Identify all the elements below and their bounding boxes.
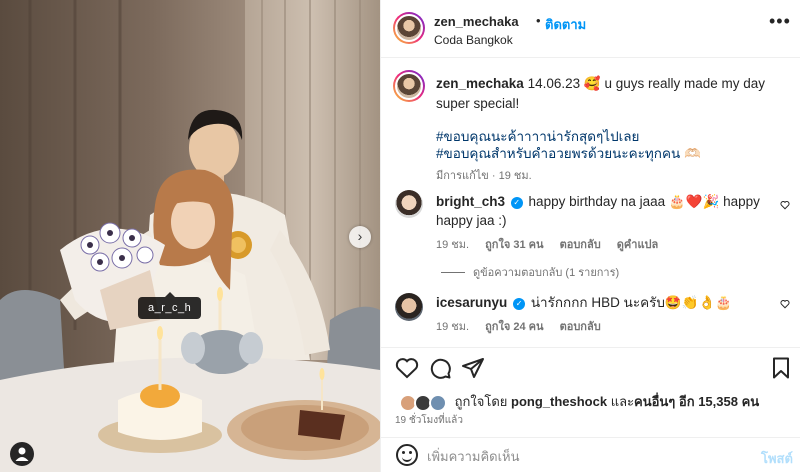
action-bar: ถูกใจโดย pong_theshock และคนอื่นๆ อีก 15… (381, 347, 800, 437)
photo-illustration (0, 0, 380, 472)
user-tag-icon[interactable] (10, 442, 34, 466)
heart-icon[interactable] (780, 299, 790, 309)
commenter-avatar[interactable] (395, 293, 423, 321)
view-replies-button[interactable]: ดูข้อความตอบกลับ (1 รายการ) (441, 263, 619, 281)
comment-time[interactable]: 19 ชม. (436, 239, 469, 251)
avatar[interactable] (393, 12, 425, 44)
comment-likes[interactable]: ถูกใจ 24 คน (485, 321, 543, 333)
post-comment-button[interactable]: โพสต์ (761, 448, 793, 469)
verified-icon: ✓ (513, 298, 526, 310)
view-replies-label: ดูข้อความตอบกลับ (1 รายการ) (473, 267, 620, 279)
caption: zen_mechaka 14.06.23 🥰 u guys really mad… (436, 74, 781, 186)
comment-text: น่ารักกกก HBD นะครับ🤩👏👌🎂 (530, 295, 733, 310)
header-username[interactable]: zen_mechaka (434, 14, 519, 29)
like-heart-icon[interactable] (395, 356, 419, 380)
likes-middle: และ (610, 394, 635, 409)
likes-others-link[interactable]: คนอื่นๆ อีก 15,358 คน (634, 394, 759, 409)
replies-line (441, 272, 465, 273)
comment-item: bright_ch3 ✓ happy birthday na jaaa 🎂❤️🎉… (436, 192, 771, 251)
verified-icon: ✓ (510, 197, 523, 209)
add-comment-bar: โพสต์ (381, 437, 800, 472)
heart-icon[interactable] (780, 200, 790, 210)
likes-summary: ถูกใจโดย pong_theshock และคนอื่นๆ อีก 15… (399, 391, 759, 412)
comment-icon[interactable] (428, 356, 452, 380)
caption-meta: มีการแก้ไข · 19 ชม. (436, 170, 532, 182)
comment-time[interactable]: 19 ชม. (436, 321, 469, 333)
emoji-icon[interactable] (396, 444, 418, 466)
more-icon[interactable]: ••• (769, 12, 791, 30)
comment-username[interactable]: icesarunyu (436, 295, 507, 310)
comment-input[interactable] (427, 446, 737, 466)
next-arrow-icon[interactable]: › (349, 226, 371, 248)
reply-button[interactable]: ตอบกลับ (560, 321, 601, 333)
liker-username[interactable]: pong_theshock (511, 394, 607, 409)
post-sidebar: zen_mechaka • ติดตาม Coda Bangkok ••• ze… (380, 0, 800, 472)
caption-username[interactable]: zen_mechaka (436, 76, 524, 91)
commenter-avatar[interactable] (395, 190, 423, 218)
avatar (429, 393, 447, 412)
post-timestamp[interactable]: 19 ชั่วโมงที่แล้ว (395, 413, 463, 428)
user-tag-label[interactable]: a_r_c_h (138, 292, 202, 319)
hashtag-link[interactable]: #ขอบคุณสำหรับคำอวยพรด้วยนะคะทุกคน 🫶🏻 (436, 145, 781, 162)
caption-avatar[interactable] (393, 70, 425, 102)
comments-section: zen_mechaka 14.06.23 🥰 u guys really mad… (381, 59, 800, 347)
translate-button[interactable]: ดูคำแปล (617, 239, 659, 251)
bookmark-icon[interactable] (769, 356, 793, 380)
hashtag-link[interactable]: #ขอบคุณนะค้าาาาน่ารักสุดๆไปเลย (436, 128, 781, 145)
reply-button[interactable]: ตอบกลับ (560, 239, 601, 251)
comment-username[interactable]: bright_ch3 (436, 194, 505, 209)
comment-item: icesarunyu ✓ น่ารักกกก HBD นะครับ🤩👏👌🎂 19… (436, 293, 771, 333)
likes-prefix: ถูกใจโดย (454, 394, 508, 409)
liker-avatars (399, 393, 451, 412)
follow-button[interactable]: ติดตาม (545, 14, 586, 35)
comment-likes[interactable]: ถูกใจ 31 คน (485, 239, 543, 251)
header-separator: • (536, 13, 541, 28)
post-photo[interactable]: a_r_c_h › (0, 0, 380, 472)
share-icon[interactable] (461, 356, 485, 380)
location-link[interactable]: Coda Bangkok (434, 33, 513, 47)
post-header: zen_mechaka • ติดตาม Coda Bangkok ••• (381, 0, 800, 58)
